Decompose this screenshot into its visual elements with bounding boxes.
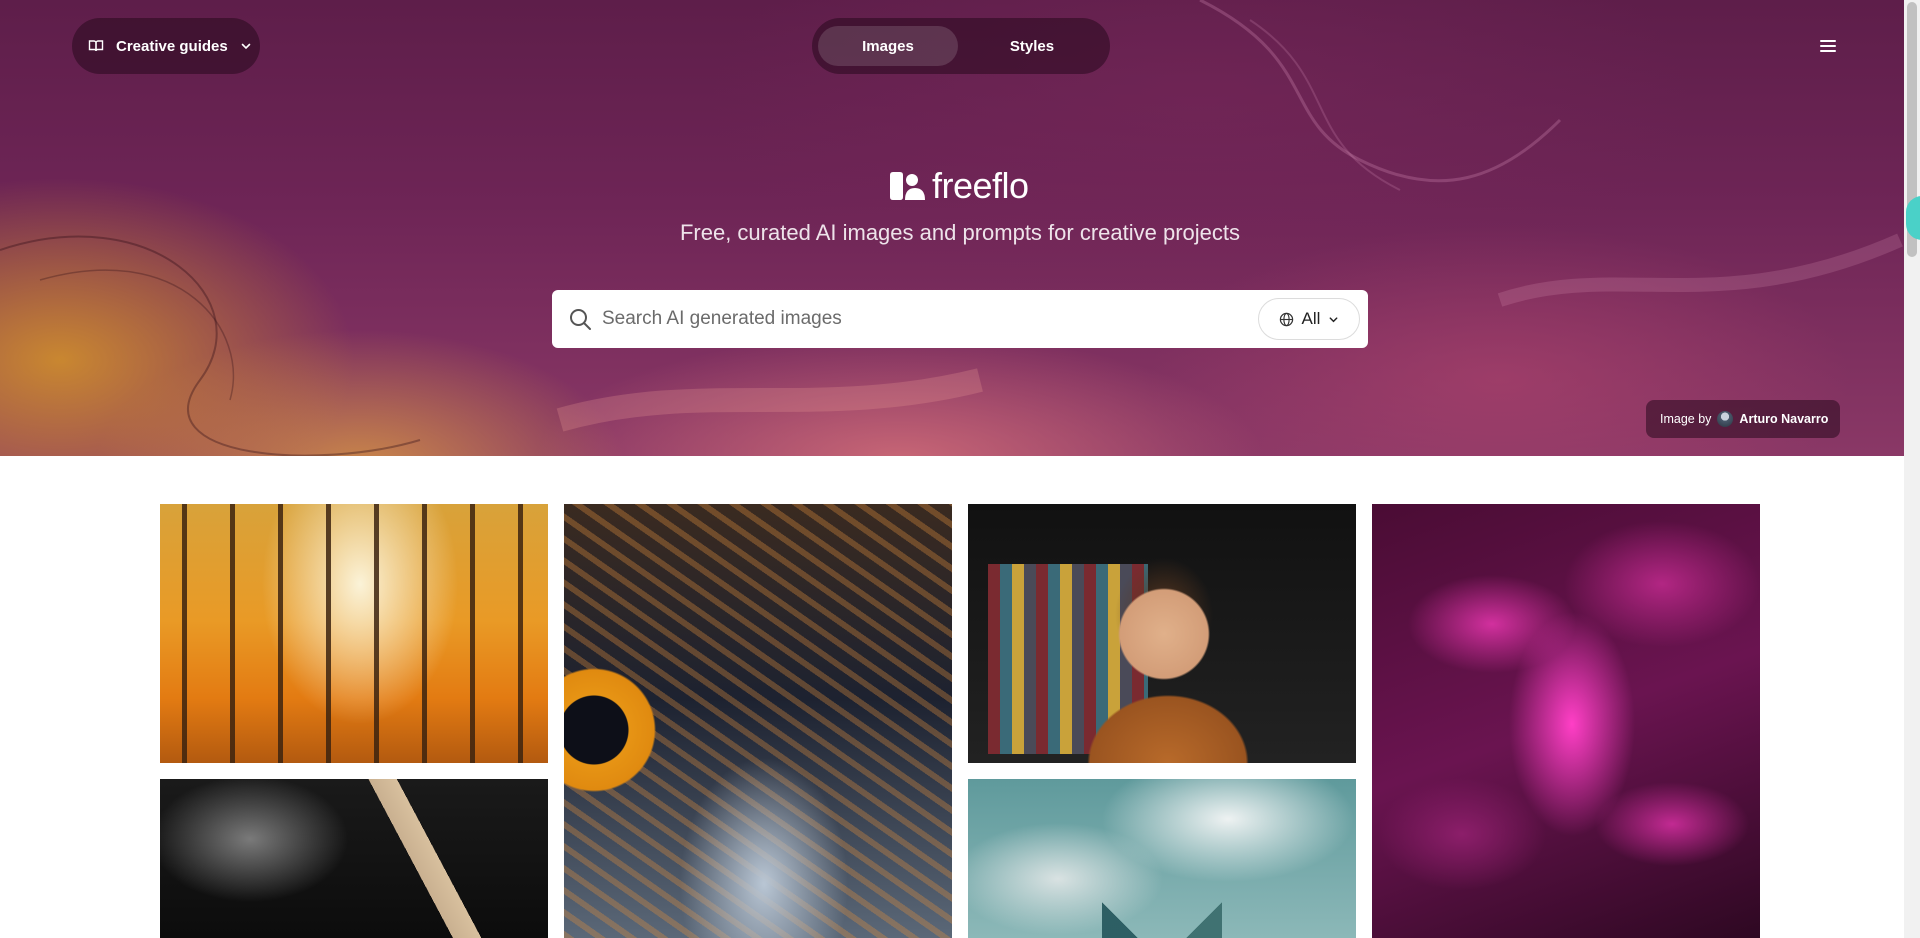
- gallery-item-magenta-leaves[interactable]: [1372, 504, 1760, 938]
- search-icon: [570, 309, 591, 330]
- image-gallery: [160, 504, 1760, 938]
- brand-name: freeflo: [932, 165, 1029, 206]
- search-filter-dropdown[interactable]: All: [1258, 298, 1360, 340]
- hero-banner: Creative guides Images Styles freeflo Fr…: [0, 0, 1904, 456]
- gallery-item-owl-eye[interactable]: [564, 504, 952, 938]
- tagline: Free, curated AI images and prompts for …: [679, 220, 1241, 245]
- tab-styles[interactable]: Styles: [962, 26, 1102, 66]
- gallery-item-building-clouds[interactable]: [968, 779, 1356, 938]
- search-input[interactable]: [592, 290, 1258, 348]
- menu-icon: [1820, 40, 1836, 52]
- creative-guides-button[interactable]: Creative guides: [72, 18, 260, 74]
- gallery-item-smiling-man[interactable]: [968, 504, 1356, 763]
- book-icon: [88, 40, 104, 52]
- globe-icon: [1279, 312, 1293, 326]
- chevron-down-icon: [1330, 316, 1338, 322]
- image-credit-prefix: Image by: [1660, 412, 1712, 426]
- brand-logo[interactable]: freeflo: [888, 165, 1029, 206]
- menu-button[interactable]: [1814, 30, 1842, 62]
- avatar: [1717, 411, 1734, 427]
- image-credit[interactable]: Image by Arturo Navarro: [1646, 400, 1840, 438]
- content-type-tabs: Images Styles: [812, 18, 1110, 74]
- chevron-down-icon: [241, 43, 251, 50]
- side-widget-tab[interactable]: [1906, 196, 1920, 240]
- freeflo-logo-icon: [890, 172, 925, 200]
- tab-images[interactable]: Images: [818, 26, 958, 66]
- creative-guides-label: Creative guides: [116, 37, 228, 55]
- search-bar: All: [552, 290, 1368, 348]
- search-filter-label: All: [1301, 309, 1321, 328]
- image-credit-author[interactable]: Arturo Navarro: [1739, 412, 1828, 426]
- page-scrollbar[interactable]: [1904, 0, 1920, 938]
- gallery-item-autumn-forest[interactable]: [160, 504, 548, 763]
- gallery-item-smoking-pipe[interactable]: [160, 779, 548, 938]
